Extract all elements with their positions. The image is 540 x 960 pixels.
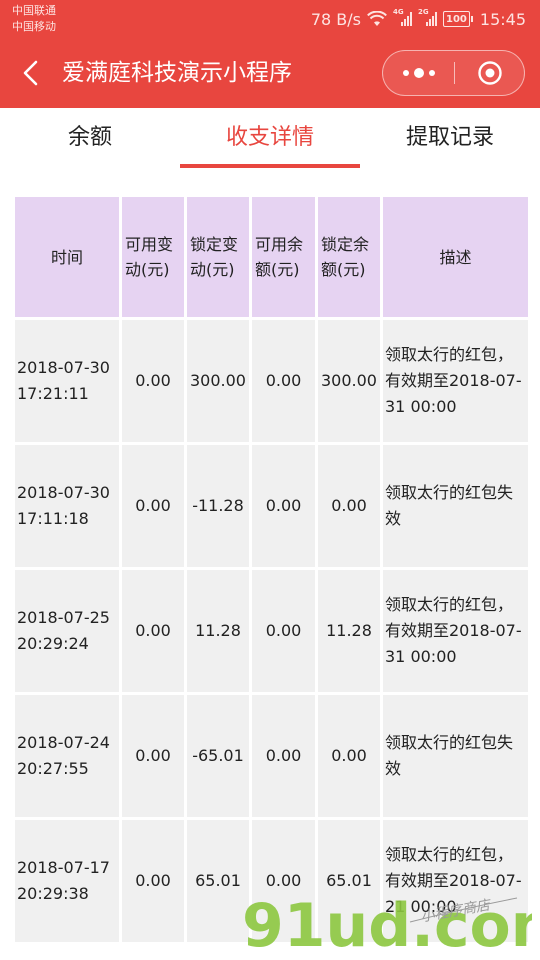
table-row: 2018-07-30 17:21:11 0.00 300.00 0.00 300… xyxy=(15,320,528,442)
cell-locked-change: 65.01 xyxy=(187,820,249,942)
table-row: 2018-07-24 20:27:55 0.00 -65.01 0.00 0.0… xyxy=(15,695,528,817)
signal-tag-2: 2G xyxy=(418,8,429,16)
clock: 15:45 xyxy=(479,9,526,29)
cell-description: 领取太行的红包，有效期至2018-07-31 00:00 xyxy=(383,320,528,442)
cell-available-balance: 0.00 xyxy=(252,695,315,817)
cell-available-balance: 0.00 xyxy=(252,820,315,942)
cell-available-change: 0.00 xyxy=(122,320,184,442)
cell-available-balance: 0.00 xyxy=(252,445,315,567)
cell-locked-balance: 0.00 xyxy=(318,695,380,817)
target-close-icon xyxy=(478,61,502,85)
header-available-balance: 可用余额(元) xyxy=(252,197,315,317)
cell-available-change: 0.00 xyxy=(122,445,184,567)
cell-available-balance: 0.00 xyxy=(252,320,315,442)
signal-tag-1: 4G xyxy=(393,8,404,16)
page-title: 爱满庭科技演示小程序 xyxy=(62,60,292,86)
cell-locked-balance: 0.00 xyxy=(318,445,380,567)
more-dot-icon xyxy=(413,68,424,78)
tab-withdrawal-records[interactable]: 提取记录 xyxy=(380,108,520,170)
network-speed: 78 B/s xyxy=(310,9,362,29)
tab-transaction-details[interactable]: 收支详情 xyxy=(180,108,360,170)
cell-time: 2018-07-17 20:29:38 xyxy=(15,820,119,942)
cell-description: 领取太行的红包失效 xyxy=(383,445,528,567)
cell-locked-change: -11.28 xyxy=(187,445,249,567)
status-bar: 中国联通 中国移动 78 B/s 4G 2G 100 15:45 xyxy=(0,0,540,38)
table-row: 2018-07-30 17:11:18 0.00 -11.28 0.00 0.0… xyxy=(15,445,528,567)
header-description: 描述 xyxy=(383,197,528,317)
carrier-1: 中国联通 xyxy=(12,4,56,17)
carrier-2: 中国移动 xyxy=(12,20,56,33)
cell-time: 2018-07-30 17:21:11 xyxy=(15,320,119,442)
signal-icon-1: 4G xyxy=(393,8,413,26)
more-menu-button[interactable] xyxy=(383,51,454,95)
table-row: 2018-07-17 20:29:38 0.00 65.01 0.00 65.0… xyxy=(15,820,528,942)
tab-balance[interactable]: 余额 xyxy=(20,108,160,170)
more-dot-icon xyxy=(402,70,409,76)
close-mini-program-button[interactable] xyxy=(455,51,525,95)
battery-level: 100 xyxy=(446,13,467,25)
cell-locked-change: 11.28 xyxy=(187,570,249,692)
table-row: 2018-07-25 20:29:24 0.00 11.28 0.00 11.2… xyxy=(15,570,528,692)
cell-locked-balance: 300.00 xyxy=(318,320,380,442)
active-tab-indicator xyxy=(180,164,360,168)
tab-bar: 余额 收支详情 提取记录 xyxy=(0,108,540,170)
nav-bar: 爱满庭科技演示小程序 xyxy=(0,38,540,108)
cell-available-balance: 0.00 xyxy=(252,570,315,692)
header-locked-change: 锁定变动(元) xyxy=(187,197,249,317)
battery-icon: 100 xyxy=(443,11,473,27)
cell-locked-change: 300.00 xyxy=(187,320,249,442)
more-dot-icon xyxy=(428,70,435,76)
cell-description: 领取太行的红包失效 xyxy=(383,695,528,817)
cell-time: 2018-07-25 20:29:24 xyxy=(15,570,119,692)
cell-locked-balance: 11.28 xyxy=(318,570,380,692)
back-arrow-icon[interactable] xyxy=(20,59,46,87)
header-available-change: 可用变动(元) xyxy=(122,197,184,317)
carriers: 中国联通 中国移动 xyxy=(12,3,56,35)
status-indicators: 78 B/s 4G 2G 100 15:45 xyxy=(311,8,526,30)
mini-program-capsule xyxy=(382,50,525,96)
cell-time: 2018-07-24 20:27:55 xyxy=(15,695,119,817)
header-time: 时间 xyxy=(15,197,119,317)
cell-time: 2018-07-30 17:11:18 xyxy=(15,445,119,567)
cell-available-change: 0.00 xyxy=(122,695,184,817)
table-header-row: 时间 可用变动(元) 锁定变动(元) 可用余额(元) 锁定余额(元) 描述 xyxy=(15,197,528,317)
cell-available-change: 0.00 xyxy=(122,570,184,692)
cell-available-change: 0.00 xyxy=(122,820,184,942)
wifi-icon xyxy=(367,11,387,26)
cell-locked-change: -65.01 xyxy=(187,695,249,817)
cell-description: 领取太行的红包，有效期至2018-07-21 00:00 xyxy=(383,820,528,942)
transactions-table: 时间 可用变动(元) 锁定变动(元) 可用余额(元) 锁定余额(元) 描述 20… xyxy=(12,194,531,945)
signal-icon-2: 2G xyxy=(418,8,438,26)
cell-locked-balance: 65.01 xyxy=(318,820,380,942)
header-locked-balance: 锁定余额(元) xyxy=(318,197,380,317)
cell-description: 领取太行的红包，有效期至2018-07-31 00:00 xyxy=(383,570,528,692)
